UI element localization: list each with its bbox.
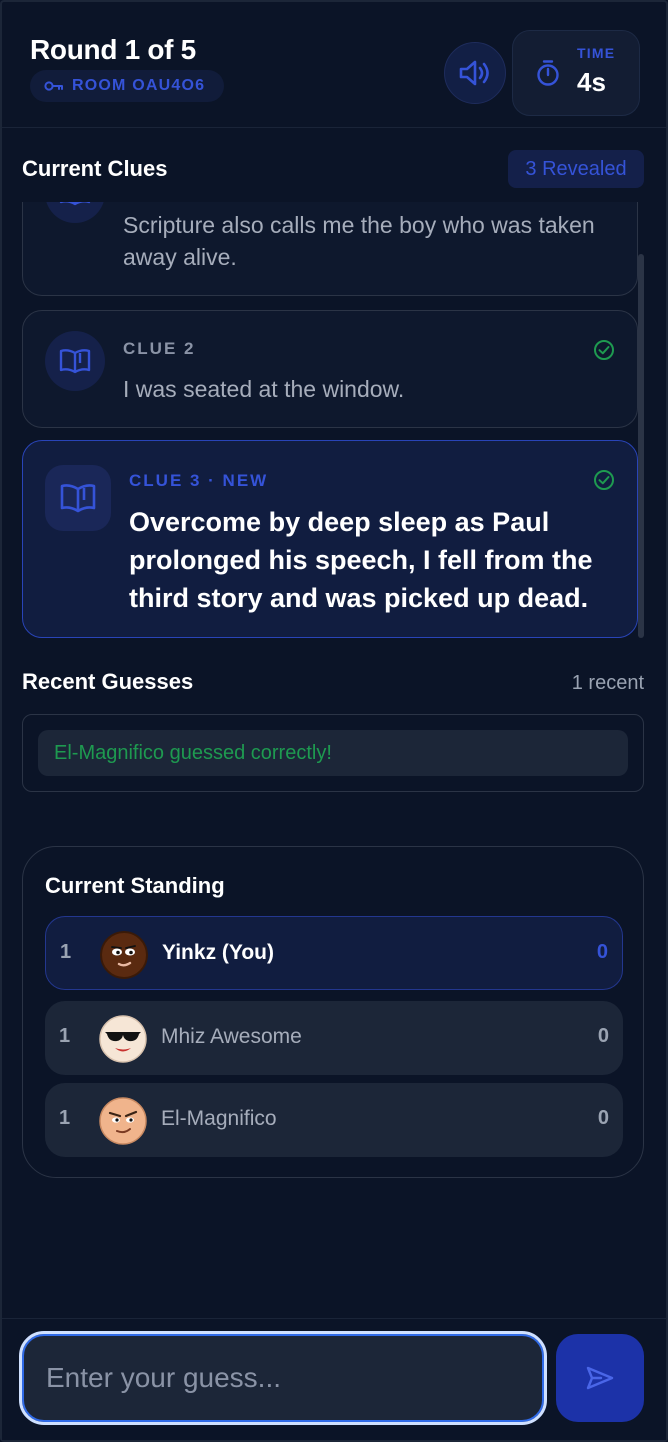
speaker-icon xyxy=(459,60,489,86)
clues-scrollbar[interactable] xyxy=(638,254,644,638)
guess-item: El-Magnifico guessed correctly! xyxy=(38,730,628,776)
avatar xyxy=(99,1015,147,1063)
player-row-mhiz-awesome: 1 Mhiz Awesome 0 xyxy=(45,1001,623,1075)
player-name: El-Magnifico xyxy=(161,1107,277,1130)
send-icon xyxy=(586,1366,614,1390)
guesses-title: Recent Guesses xyxy=(22,669,194,694)
clue-text: Overcome by deep sleep as Paul prolonged… xyxy=(129,507,593,613)
clues-title: Current Clues xyxy=(22,156,168,181)
standing-card: Current Standing 1 Yinkz (You) 0 1 Mhiz … xyxy=(22,846,644,1178)
player-name: Mhiz Awesome xyxy=(161,1025,302,1048)
book-icon xyxy=(45,465,111,531)
timer-label: TIME xyxy=(577,45,616,61)
book-icon xyxy=(45,331,105,391)
revealed-count-badge: 3 Revealed xyxy=(508,150,644,188)
room-badge: ROOM OAU4O6 xyxy=(30,70,224,102)
key-icon xyxy=(44,81,63,91)
room-code: ROOM OAU4O6 xyxy=(72,77,206,94)
check-circle-icon xyxy=(594,470,614,490)
stopwatch-icon xyxy=(537,60,559,86)
timer-value: 4s xyxy=(577,67,606,97)
clue-card-3: CLUE 3 · NEW Overcome by deep sleep as P… xyxy=(22,440,638,638)
avatar xyxy=(99,1097,147,1145)
sound-toggle-button[interactable] xyxy=(444,42,506,104)
player-rank: 1 xyxy=(59,1107,71,1129)
clue-card-1: Scripture also calls me the boy who was … xyxy=(22,202,638,296)
player-row-el-magnifico: 1 El-Magnifico 0 xyxy=(45,1083,623,1157)
clue-text: I was seated at the window. xyxy=(123,376,405,402)
clue-label: CLUE 3 · NEW xyxy=(129,471,269,490)
avatar xyxy=(100,931,148,979)
clue-label: CLUE 2 xyxy=(123,339,196,358)
player-score: 0 xyxy=(597,1107,609,1129)
clue-text: Scripture also calls me the boy who was … xyxy=(123,212,595,270)
player-rank: 1 xyxy=(60,941,72,963)
player-score: 0 xyxy=(597,1025,609,1047)
player-name: Yinkz (You) xyxy=(162,941,274,964)
player-score: 0 xyxy=(596,941,608,963)
check-circle-icon xyxy=(594,340,614,360)
clue-card-2: CLUE 2 I was seated at the window. xyxy=(22,310,638,428)
guesses-list: El-Magnifico guessed correctly! xyxy=(22,714,644,792)
player-row-yinkz: 1 Yinkz (You) 0 xyxy=(45,916,623,990)
book-icon xyxy=(45,202,105,223)
standing-title: Current Standing xyxy=(45,873,225,898)
send-button[interactable] xyxy=(556,1334,644,1422)
game-header: Round 1 of 5 ROOM OAU4O6 TIME 4s xyxy=(2,2,666,128)
player-rank: 1 xyxy=(59,1025,71,1047)
timer-box: TIME 4s xyxy=(512,30,640,116)
round-title: Round 1 of 5 xyxy=(30,34,196,65)
clues-list[interactable]: Scripture also calls me the boy who was … xyxy=(22,202,638,638)
guess-input[interactable] xyxy=(19,1331,547,1425)
recent-count: 1 recent xyxy=(571,672,644,694)
